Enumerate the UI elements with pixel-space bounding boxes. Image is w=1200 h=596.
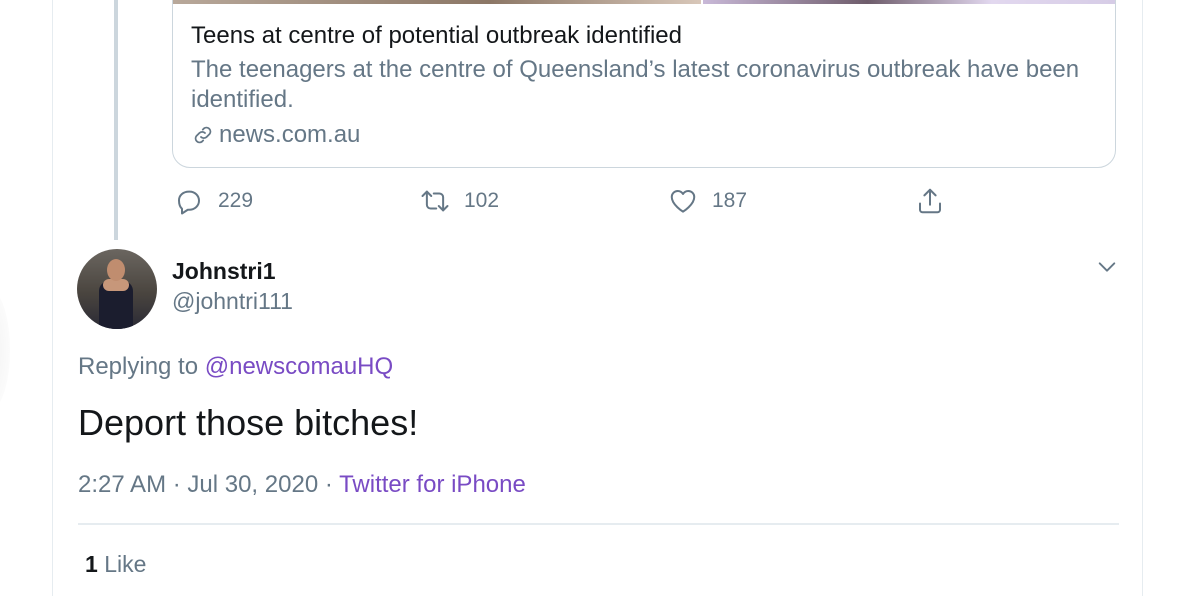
edge-shadow [0, 290, 10, 410]
reply-icon [178, 190, 200, 215]
link-preview-image [173, 0, 1115, 4]
retweet-icon [421, 190, 449, 212]
avatar[interactable] [77, 249, 157, 329]
heart-icon [670, 190, 696, 213]
preview-image-right [703, 0, 1115, 4]
replying-to-line: Replying to @newscomauHQ [78, 353, 393, 381]
replying-prefix: Replying to [78, 353, 205, 380]
chevron-down-icon[interactable] [1096, 256, 1118, 278]
retweet-count: 102 [464, 189, 500, 212]
like-button[interactable]: 187 [668, 186, 747, 216]
link-preview-title: Teens at centre of potential outbreak id… [191, 22, 682, 49]
tweet-time[interactable]: 2:27 AM [78, 471, 166, 498]
tweet-source-link[interactable]: Twitter for iPhone [339, 471, 526, 498]
mention-link[interactable]: @newscomauHQ [205, 353, 393, 380]
share-icon [919, 188, 941, 214]
link-icon [194, 126, 212, 144]
divider [78, 523, 1119, 525]
tweet-text: Deport those bitches! [78, 402, 419, 443]
link-domain-text: news.com.au [219, 121, 361, 148]
likes-count: 1 [85, 551, 98, 577]
user-handle[interactable]: @johntri111 [172, 288, 293, 315]
like-count: 187 [712, 189, 748, 212]
reply-button[interactable]: 229 [174, 186, 253, 216]
tweet-meta: 2:27 AM · Jul 30, 2020 · Twitter for iPh… [78, 471, 526, 499]
retweet-button[interactable]: 102 [420, 186, 499, 216]
tweet-date[interactable]: Jul 30, 2020 [187, 471, 318, 498]
likes-stat[interactable]: 1 Like [85, 551, 146, 578]
thread-connector-line [114, 0, 118, 240]
likes-label: Like [104, 551, 147, 577]
column-border-right [1142, 0, 1143, 596]
meta-separator: · [318, 471, 340, 498]
display-name[interactable]: Johnstri1 [172, 258, 276, 285]
tweet-thread-view: Teens at centre of potential outbreak id… [0, 0, 1200, 596]
column-border-left [52, 0, 53, 596]
meta-separator: · [166, 471, 188, 498]
link-preview-card[interactable]: Teens at centre of potential outbreak id… [172, 0, 1116, 168]
preview-image-left [173, 0, 701, 4]
link-preview-domain: news.com.au [191, 121, 360, 149]
reply-count: 229 [218, 189, 254, 212]
link-preview-description: The teenagers at the centre of Queenslan… [191, 56, 1080, 113]
share-button[interactable] [915, 186, 945, 216]
